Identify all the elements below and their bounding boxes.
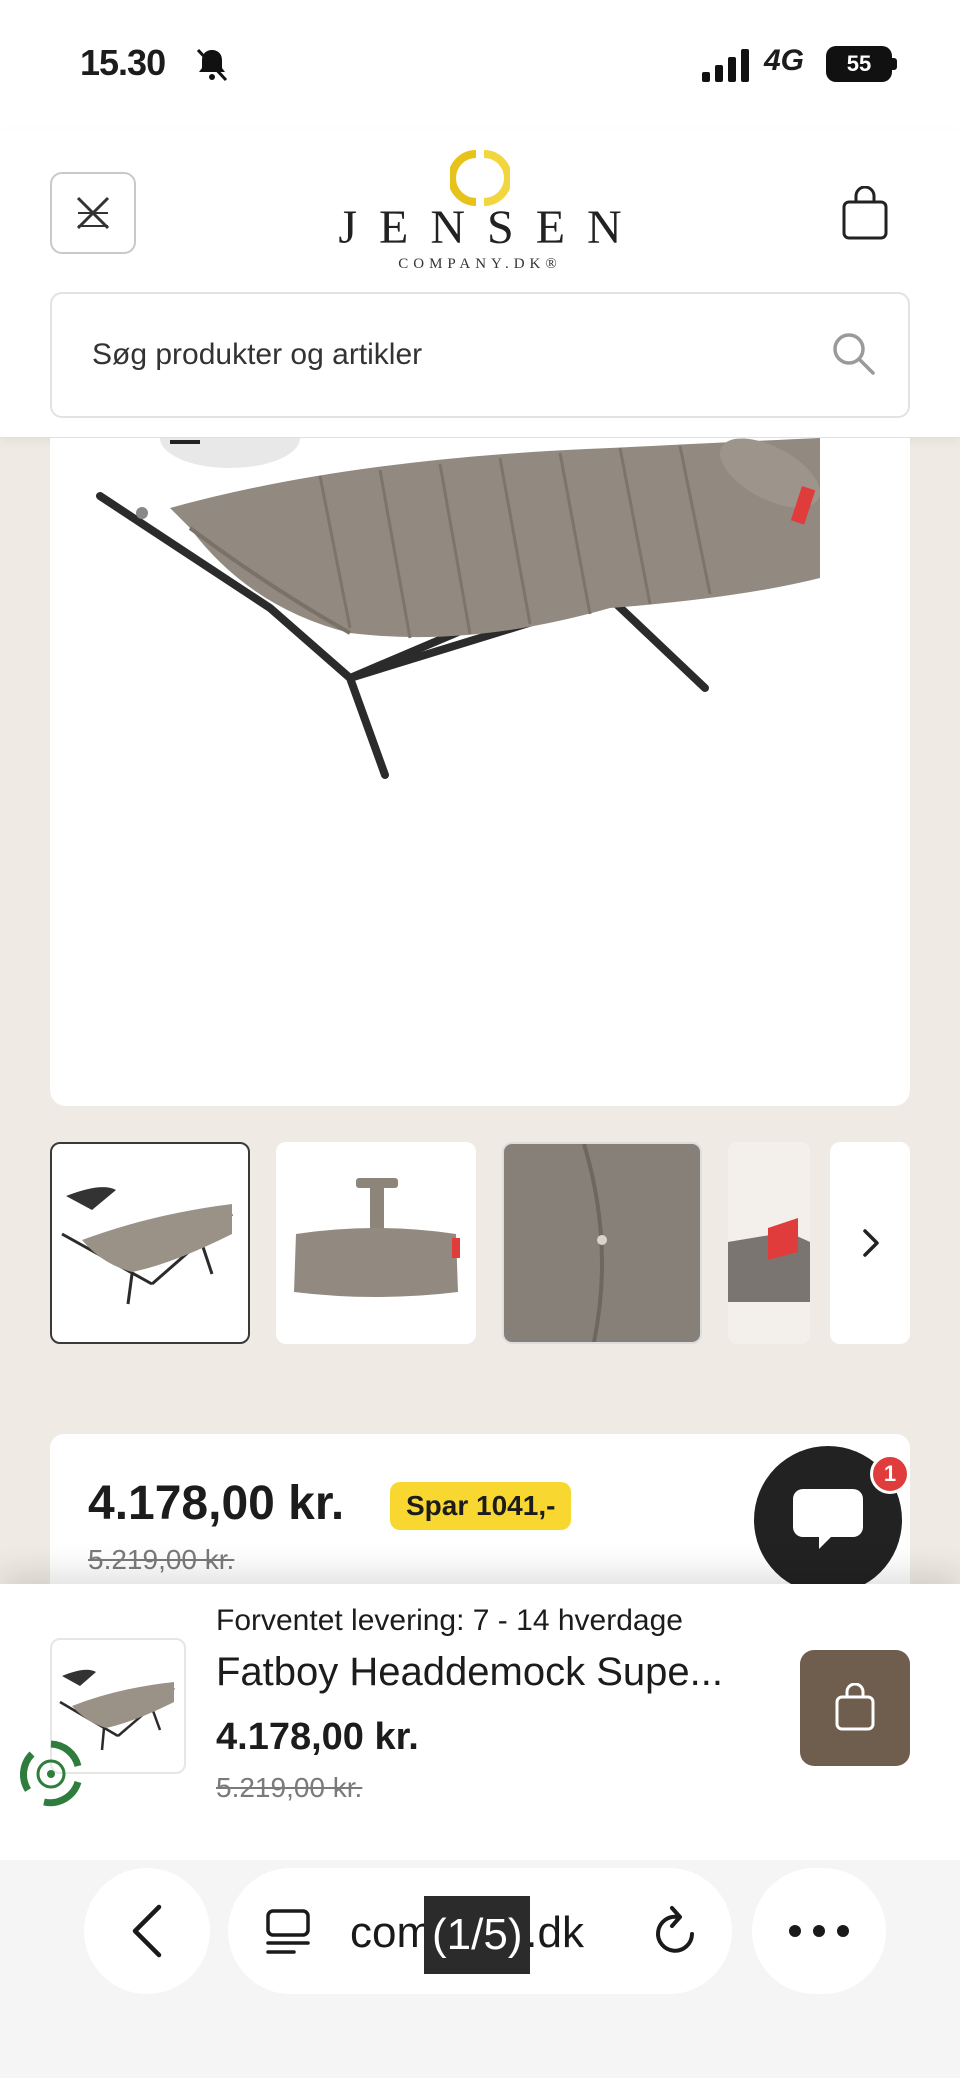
signal-icon bbox=[702, 49, 749, 82]
sticky-product-title: Fatboy Headdemock Supe... bbox=[216, 1650, 723, 1694]
pillow-thumb-image bbox=[294, 1178, 460, 1297]
gallery-thumb-hammock[interactable] bbox=[50, 1142, 250, 1344]
delivery-estimate: Forventet levering: 7 - 14 hverdage bbox=[216, 1604, 683, 1637]
logo-mark bbox=[450, 150, 510, 206]
menu-close-button[interactable] bbox=[50, 172, 136, 254]
fabric-detail-image bbox=[582, 1144, 607, 1342]
logo-tagline: COMPANY.DK® bbox=[398, 256, 562, 272]
status-time: 15.30 bbox=[80, 42, 166, 83]
eco-recycle-icon[interactable] bbox=[16, 1738, 86, 1810]
reload-icon[interactable] bbox=[650, 1904, 702, 1960]
chevron-right-icon bbox=[863, 1229, 879, 1257]
product-image-card[interactable] bbox=[50, 438, 910, 1106]
gallery-thumb-label[interactable] bbox=[728, 1142, 810, 1344]
sticky-price: 4.178,00 kr. bbox=[216, 1716, 419, 1758]
hammock-thumb-image bbox=[61, 1187, 233, 1305]
save-badge: Spar 1041,- bbox=[390, 1482, 572, 1530]
logo-wordmark[interactable]: JENSEN bbox=[300, 200, 660, 255]
gallery-thumb-pillow[interactable] bbox=[276, 1142, 476, 1344]
price-old: 5.219,00 kr. bbox=[88, 1544, 235, 1575]
back-icon bbox=[132, 1904, 162, 1958]
chat-bubble-icon bbox=[793, 1489, 863, 1549]
gallery-next-button[interactable] bbox=[830, 1142, 910, 1344]
search-placeholder: Søg produkter og artikler bbox=[92, 338, 423, 371]
search-icon[interactable] bbox=[830, 330, 876, 376]
brand-label-image bbox=[728, 1142, 810, 1344]
shopping-bag-icon[interactable] bbox=[840, 186, 890, 242]
battery-indicator: 55 bbox=[826, 46, 892, 82]
add-to-cart-button[interactable] bbox=[800, 1650, 910, 1766]
sticky-old-price: 5.219,00 kr. bbox=[216, 1772, 363, 1803]
chat-notification-badge: 1 bbox=[870, 1454, 910, 1494]
browser-more-button[interactable] bbox=[752, 1868, 886, 1994]
price-current: 4.178,00 kr. bbox=[88, 1477, 345, 1530]
browser-back-button[interactable] bbox=[84, 1868, 210, 1994]
battery-tip bbox=[892, 58, 897, 70]
page-counter-overlay: (1/5) bbox=[424, 1896, 531, 1974]
close-icon bbox=[76, 196, 110, 230]
tabs-icon[interactable] bbox=[264, 1908, 312, 1956]
shopping-bag-icon bbox=[835, 1683, 875, 1731]
hammock-product-image bbox=[96, 438, 821, 779]
bell-slash-icon bbox=[196, 48, 228, 82]
network-label: 4G bbox=[764, 44, 805, 77]
gallery-thumb-fabric[interactable] bbox=[502, 1142, 702, 1344]
more-icon bbox=[789, 1925, 849, 1937]
